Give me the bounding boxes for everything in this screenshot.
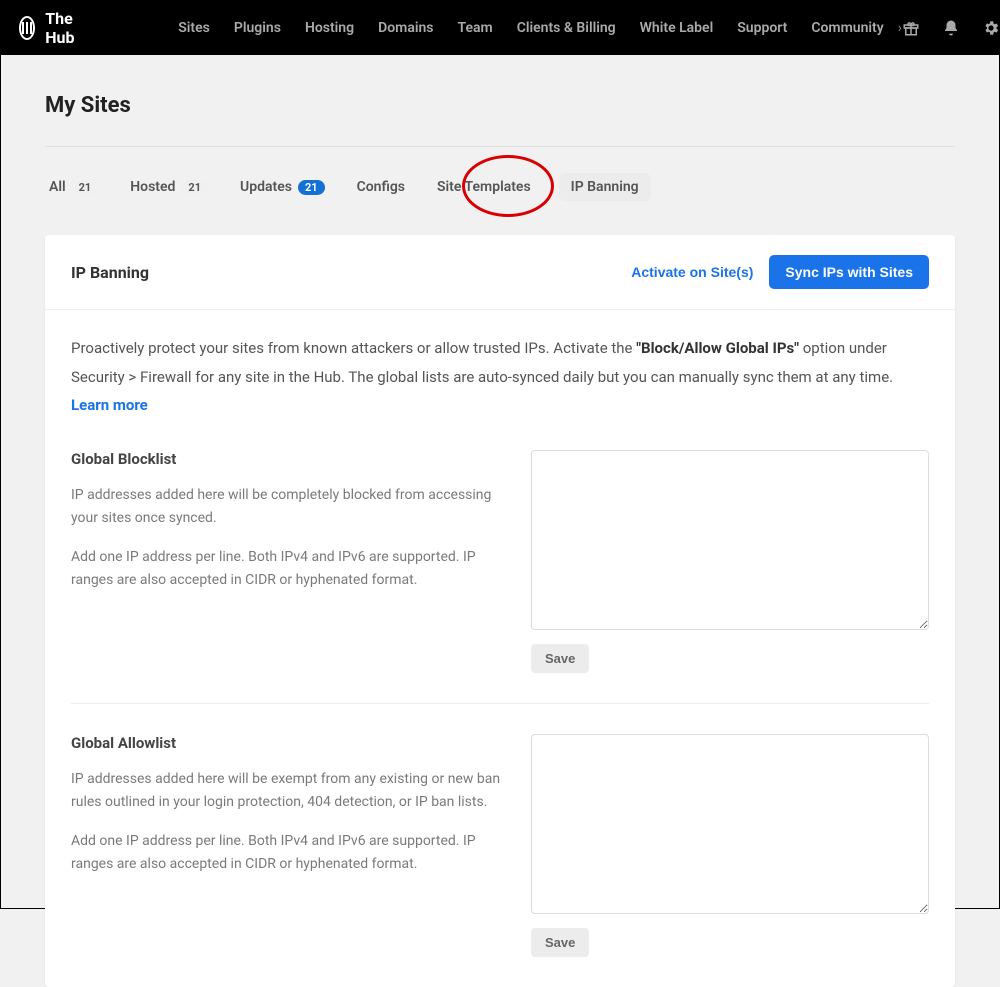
tab-hosted-label: Hosted — [130, 179, 175, 195]
ip-banning-card: IP Banning Activate on Site(s) Sync IPs … — [45, 235, 955, 987]
tab-all-count: 21 — [72, 180, 99, 195]
nav-support[interactable]: Support — [737, 20, 787, 36]
tab-hosted[interactable]: Hosted 21 — [126, 173, 212, 201]
blocklist-p2: Add one IP address per line. Both IPv4 a… — [71, 546, 501, 592]
tab-ip-banning[interactable]: IP Banning — [559, 173, 651, 201]
nav-whitelabel[interactable]: White Label — [640, 20, 714, 36]
allowlist-p2: Add one IP address per line. Both IPv4 a… — [71, 830, 501, 876]
allowlist-controls: Save — [531, 734, 929, 957]
tab-ip-banning-label: IP Banning — [571, 179, 639, 195]
tab-hosted-count: 21 — [181, 180, 208, 195]
top-actions — [902, 14, 1000, 42]
allowlist-save-button[interactable]: Save — [531, 928, 589, 957]
allowlist-p1: IP addresses added here will be exempt f… — [71, 768, 501, 814]
card-header: IP Banning Activate on Site(s) Sync IPs … — [45, 235, 955, 310]
blocklist-textarea[interactable] — [531, 450, 929, 630]
allowlist-textarea[interactable] — [531, 734, 929, 914]
page-title: My Sites — [45, 93, 955, 147]
allowlist-section: Global Allowlist IP addresses added here… — [71, 734, 929, 963]
learn-more-link[interactable]: Learn more — [71, 396, 148, 414]
nav-sites[interactable]: Sites — [178, 20, 210, 36]
page: My Sites All 21 Hosted 21 Updates 21 Con… — [1, 93, 999, 987]
nav-clients[interactable]: Clients & Billing — [517, 20, 616, 36]
card-actions: Activate on Site(s) Sync IPs with Sites — [631, 255, 929, 289]
tab-updates[interactable]: Updates 21 — [236, 173, 329, 201]
tab-updates-count: 21 — [298, 180, 325, 195]
tab-templates[interactable]: Site Templates — [433, 173, 535, 201]
brand-name: The Hub — [45, 9, 82, 47]
activate-on-sites-button[interactable]: Activate on Site(s) — [631, 264, 753, 280]
gift-icon[interactable] — [902, 19, 920, 37]
card-title: IP Banning — [71, 263, 149, 282]
intro-pre: Proactively protect your sites from know… — [71, 339, 636, 357]
allowlist-title: Global Allowlist — [71, 734, 501, 752]
tab-configs[interactable]: Configs — [353, 173, 409, 201]
blocklist-save-button[interactable]: Save — [531, 644, 589, 673]
blocklist-section: Global Blocklist IP addresses added here… — [71, 450, 929, 704]
card-intro: Proactively protect your sites from know… — [71, 334, 929, 420]
intro-bold: "Block/Allow Global IPs" — [636, 339, 799, 357]
tab-configs-label: Configs — [357, 179, 405, 195]
blocklist-title: Global Blocklist — [71, 450, 501, 468]
blocklist-info: Global Blocklist IP addresses added here… — [71, 450, 501, 608]
sync-ips-button[interactable]: Sync IPs with Sites — [769, 255, 929, 289]
logo-icon — [19, 16, 35, 40]
nav-hosting[interactable]: Hosting — [305, 20, 354, 36]
blocklist-controls: Save — [531, 450, 929, 673]
bell-icon[interactable] — [942, 19, 960, 37]
tab-templates-label: Site Templates — [437, 179, 531, 195]
nav-domains[interactable]: Domains — [378, 20, 433, 36]
tab-all-label: All — [49, 179, 66, 195]
card-body: Proactively protect your sites from know… — [45, 310, 955, 987]
nav-community[interactable]: Community — [811, 20, 883, 36]
allowlist-info: Global Allowlist IP addresses added here… — [71, 734, 501, 892]
brand-logo[interactable]: The Hub — [19, 9, 82, 47]
top-nav: Sites Plugins Hosting Domains Team Clien… — [178, 20, 902, 36]
gear-icon[interactable] — [982, 19, 1000, 37]
nav-team[interactable]: Team — [458, 20, 493, 36]
tabs-row: All 21 Hosted 21 Updates 21 Configs Site… — [45, 167, 955, 207]
topbar: The Hub Sites Plugins Hosting Domains Te… — [1, 1, 999, 55]
tab-all[interactable]: All 21 — [45, 173, 102, 201]
tab-updates-label: Updates — [240, 179, 292, 195]
nav-plugins[interactable]: Plugins — [234, 20, 281, 36]
blocklist-p1: IP addresses added here will be complete… — [71, 484, 501, 530]
